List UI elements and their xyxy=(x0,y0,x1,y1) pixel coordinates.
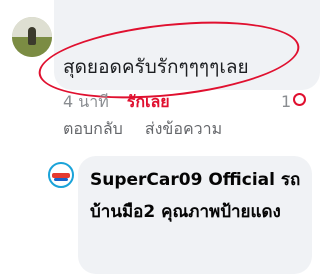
avatar-person xyxy=(28,27,36,45)
commenter-avatar[interactable] xyxy=(12,17,52,57)
reaction-count[interactable]: 1 xyxy=(281,91,291,113)
comment-time: 4 นาที xyxy=(63,92,109,111)
comment-meta: 4 นาที รักเลย xyxy=(63,91,170,113)
comment-actions: ตอบกลับ ส่งข้อความ xyxy=(63,118,222,140)
reply-button[interactable]: ตอบกลับ xyxy=(63,118,123,140)
send-message-button[interactable]: ส่งข้อความ xyxy=(145,118,222,140)
reply-text: SuperCar09 Official รถบ้านมือ2 คุณภาพป้า… xyxy=(90,170,301,222)
comment-text: สุดยอดครับรักๆๆๆๆเลย xyxy=(63,56,249,78)
reply-avatar[interactable] xyxy=(48,162,74,188)
pen-end-dot xyxy=(293,93,306,106)
logo-stripe-blue xyxy=(54,178,68,181)
reaction-label[interactable]: รักเลย xyxy=(127,91,170,113)
